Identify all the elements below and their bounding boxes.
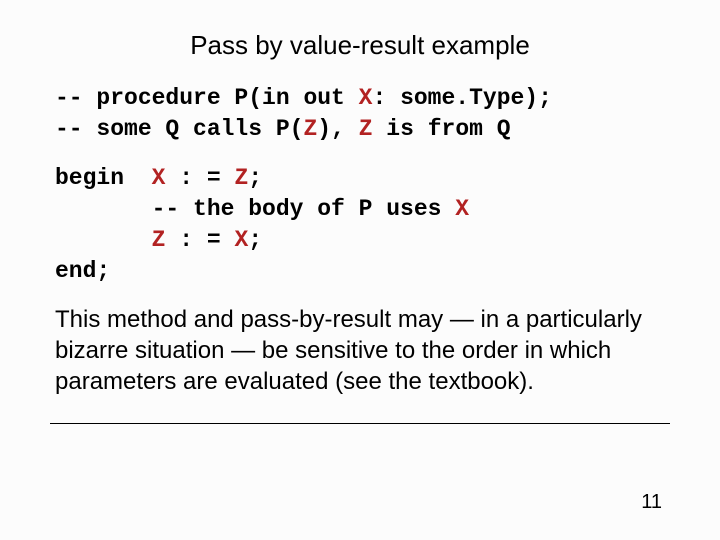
code-text: is from Q bbox=[373, 116, 511, 142]
code-var-z: Z bbox=[359, 116, 373, 142]
code-var-z: Z bbox=[152, 227, 166, 253]
code-keyword-begin: begin bbox=[55, 165, 124, 191]
page-number: 11 bbox=[641, 491, 662, 514]
code-text: -- the body of P uses bbox=[55, 196, 455, 222]
code-comment-block: -- procedure P(in out X: some.Type); -- s… bbox=[55, 83, 665, 145]
code-text bbox=[55, 227, 152, 253]
code-text: ), bbox=[317, 116, 358, 142]
code-var-x: X bbox=[359, 85, 373, 111]
code-text: : some.Type); bbox=[372, 85, 551, 111]
code-text: : = bbox=[165, 165, 234, 191]
code-text: -- procedure P(in out bbox=[55, 85, 359, 111]
code-var-x: X bbox=[455, 196, 469, 222]
code-text bbox=[124, 165, 152, 191]
code-var-z: Z bbox=[234, 165, 248, 191]
code-text: ; bbox=[248, 227, 262, 253]
code-var-x: X bbox=[234, 227, 248, 253]
divider-line bbox=[50, 423, 670, 424]
code-var-x: X bbox=[152, 165, 166, 191]
code-var-z: Z bbox=[303, 116, 317, 142]
code-text: -- some Q calls P( bbox=[55, 116, 303, 142]
code-text: : = bbox=[165, 227, 234, 253]
code-body-block: begin X : = Z; -- the body of P uses X Z… bbox=[55, 163, 665, 287]
code-text: ; bbox=[248, 165, 262, 191]
slide-title: Pass by value-result example bbox=[95, 30, 625, 61]
body-paragraph: This method and pass-by-result may — in … bbox=[55, 305, 665, 397]
code-keyword-end: end; bbox=[55, 258, 110, 284]
